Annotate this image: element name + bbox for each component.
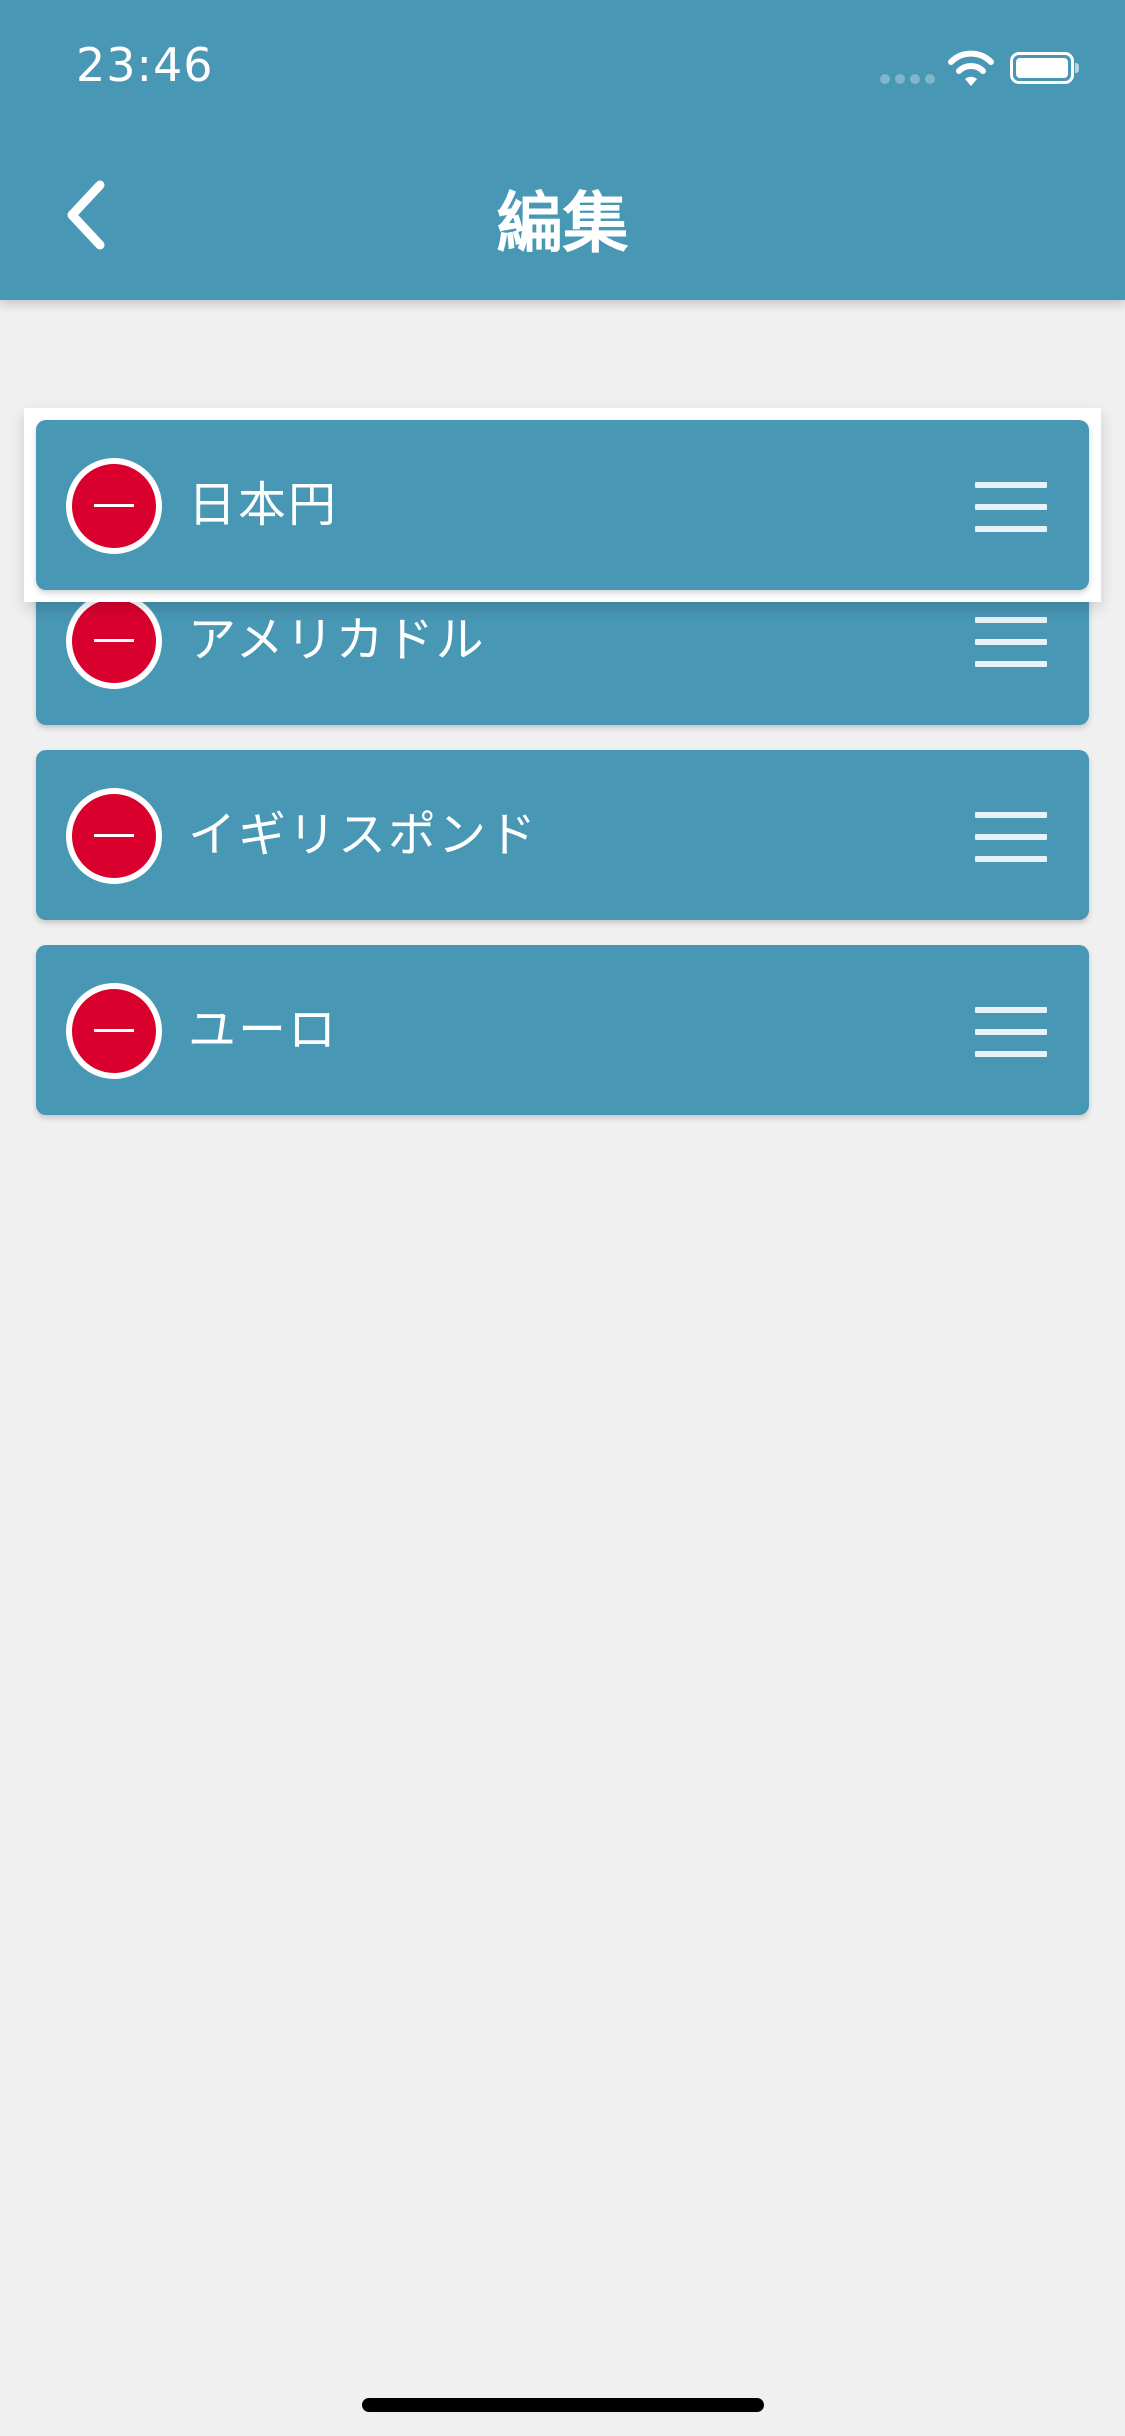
list-item-dragging[interactable]: 日本円 bbox=[36, 420, 1089, 590]
home-indicator[interactable] bbox=[362, 2398, 764, 2412]
list-item[interactable]: ユーロ bbox=[36, 945, 1089, 1115]
drag-handle-icon[interactable] bbox=[975, 1007, 1047, 1057]
battery-icon bbox=[1010, 52, 1079, 84]
currency-label: イギリスポンド bbox=[188, 807, 539, 863]
currency-label: 日本円 bbox=[188, 477, 339, 533]
delete-button[interactable] bbox=[66, 458, 162, 554]
delete-button[interactable] bbox=[66, 593, 162, 689]
currency-label: ユーロ bbox=[188, 1002, 339, 1058]
cellular-signal-icon bbox=[880, 74, 936, 84]
status-time: 23:46 bbox=[76, 38, 214, 92]
wifi-icon bbox=[948, 50, 994, 86]
drag-handle-icon[interactable] bbox=[975, 617, 1047, 667]
navigation-bar: 23:46 編集 bbox=[0, 0, 1125, 300]
page-title: 編集 bbox=[496, 185, 629, 262]
list-item[interactable]: イギリスポンド bbox=[36, 750, 1089, 920]
delete-button[interactable] bbox=[66, 983, 162, 1079]
drag-handle-icon[interactable] bbox=[975, 482, 1047, 532]
drag-handle-icon[interactable] bbox=[975, 812, 1047, 862]
dragging-item-frame: 日本円 bbox=[24, 408, 1101, 602]
delete-button[interactable] bbox=[66, 788, 162, 884]
